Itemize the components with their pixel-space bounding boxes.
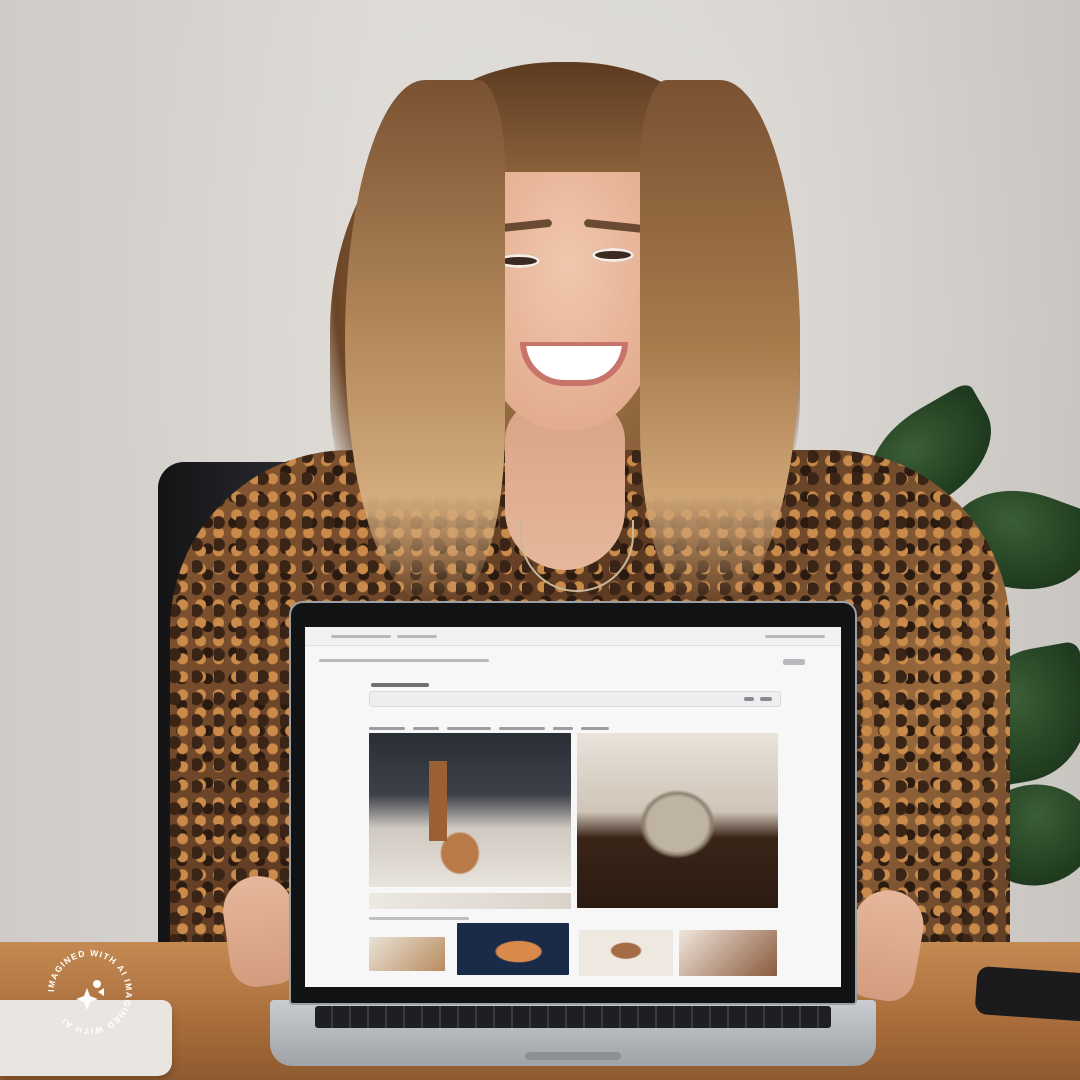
smile <box>520 342 628 386</box>
hair-left <box>345 80 505 600</box>
hair-right <box>640 80 800 600</box>
category-tab <box>581 727 609 730</box>
menu-icon <box>783 659 805 665</box>
thumbnail-caption <box>369 917 469 920</box>
gallery-thumb-2 <box>457 923 569 975</box>
gallery-photo-3 <box>369 893 571 909</box>
watermark-ring: IMAGINED WITH AI IMAGINED WITH AI <box>46 948 134 1036</box>
category-nav <box>369 717 617 730</box>
laptop-screen <box>305 627 841 987</box>
browser-tab-label <box>397 635 437 638</box>
category-tab <box>553 727 573 730</box>
trackpad-notch <box>525 1052 621 1060</box>
gallery-photo-2 <box>577 733 778 908</box>
right-eye <box>592 248 634 262</box>
smartphone <box>974 965 1080 1023</box>
laptop-lid <box>289 601 857 1005</box>
ai-watermark-badge: IMAGINED WITH AI IMAGINED WITH AI <box>42 944 138 1040</box>
gallery-photo-1 <box>369 733 571 887</box>
category-tab <box>447 727 491 730</box>
laptop-base <box>270 1000 876 1066</box>
gallery-thumb-4 <box>679 930 777 976</box>
gallery-thumb-1 <box>369 937 445 971</box>
sparkle-icon <box>76 980 104 1010</box>
site-title <box>371 683 429 687</box>
browser-tab-label <box>331 635 391 638</box>
right-eyebrow <box>583 218 647 234</box>
site-nav-links <box>319 659 489 662</box>
category-tab <box>499 727 545 730</box>
watermark-text: IMAGINED WITH AI IMAGINED WITH AI <box>46 948 134 1036</box>
gallery-thumb-3 <box>579 930 673 976</box>
browser-toolbar <box>305 627 841 646</box>
photo-scene: IMAGINED WITH AI IMAGINED WITH AI <box>0 0 1080 1080</box>
browser-controls <box>765 635 825 638</box>
search-bar <box>369 691 781 707</box>
laptop-keyboard <box>315 1006 831 1028</box>
category-tab <box>369 727 405 730</box>
search-icon <box>744 697 754 701</box>
filter-icon <box>760 697 772 701</box>
category-tab <box>413 727 439 730</box>
